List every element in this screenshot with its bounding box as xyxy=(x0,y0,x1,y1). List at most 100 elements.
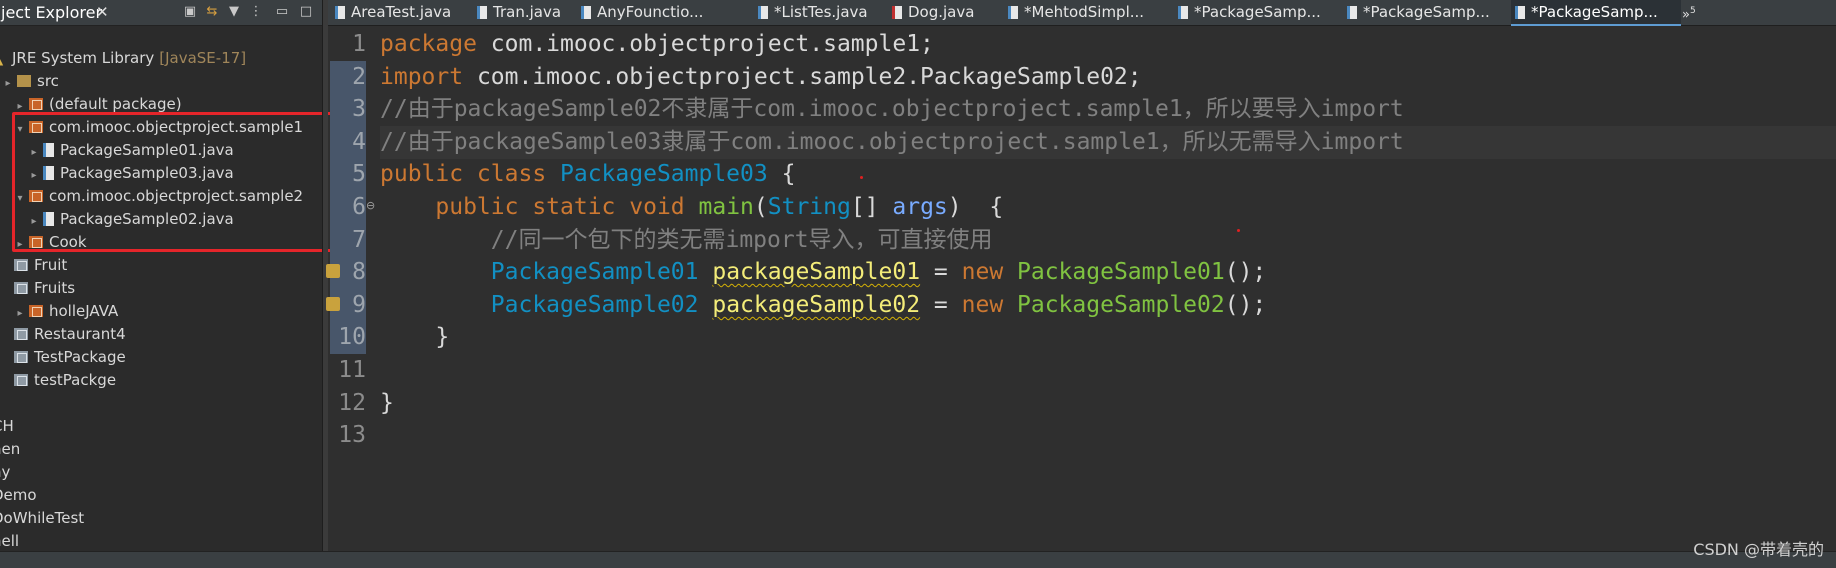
tree-item[interactable]: nell xyxy=(0,530,19,553)
code-token: ) { xyxy=(947,194,1004,220)
warning-marker-icon[interactable] xyxy=(326,264,340,278)
java-file-icon xyxy=(43,166,54,180)
tree-item[interactable]: ▸ holleJAVA xyxy=(14,300,118,323)
code-token: new xyxy=(961,291,1018,318)
editor-tab[interactable]: AnyFounctio... xyxy=(577,0,703,26)
tree-item[interactable]: hen xyxy=(0,438,20,461)
tree-item[interactable]: CH xyxy=(0,415,14,438)
maximize-icon[interactable]: □ xyxy=(298,4,314,20)
code-line[interactable] xyxy=(380,419,1836,452)
editor-tab[interactable]: AreaTest.java xyxy=(331,0,451,26)
editor-tab[interactable]: *PackageSamp... xyxy=(1174,0,1321,26)
java-file-icon xyxy=(581,6,591,19)
code-line[interactable]: } xyxy=(380,321,1836,354)
code-line[interactable]: //同一个包下的类无需import导入，可直接使用 xyxy=(380,224,1836,257)
collapse-all-icon[interactable]: ▣ xyxy=(182,4,198,20)
library-icon: ▲ xyxy=(0,49,6,67)
warning-marker-icon[interactable] xyxy=(326,297,340,311)
tree-item[interactable]: ▸ PackageSample03.java xyxy=(28,162,234,187)
code-token: com.imooc.objectproject.sample2.PackageS… xyxy=(463,63,1142,90)
code-line[interactable]: PackageSample02 packageSample02 = new Pa… xyxy=(380,289,1836,322)
package-icon xyxy=(29,190,43,202)
expand-toggle-icon[interactable]: ▾ xyxy=(14,187,26,210)
java-file-icon xyxy=(1008,6,1018,19)
tree-item[interactable]: ▸ Cook xyxy=(14,231,86,256)
link-editor-icon[interactable]: ⇆ xyxy=(204,4,220,20)
tree-item[interactable]: ▸ src xyxy=(2,70,58,95)
editor-tab[interactable]: Dog.java xyxy=(888,0,974,26)
code-line[interactable]: package com.imooc.objectproject.sample1; xyxy=(380,28,1836,61)
fold-icon[interactable]: ⊖ xyxy=(366,199,375,212)
editor-tab[interactable]: *PackageSamp... xyxy=(1343,0,1490,26)
tree-item[interactable]: Fruit xyxy=(14,254,67,277)
status-bar xyxy=(0,551,1836,568)
tree-item-label: PackageSample03.java xyxy=(60,164,234,182)
editor-tab-bar: AreaTest.java Tran.java AnyFounctio... *Lis… xyxy=(328,0,1836,26)
java-file-icon xyxy=(43,212,54,226)
code-token: String xyxy=(767,194,851,220)
code-line[interactable]: public class PackageSample03 { xyxy=(380,158,1836,191)
line-number: 4 xyxy=(330,125,366,159)
java-file-icon xyxy=(43,143,54,157)
code-line[interactable] xyxy=(380,354,1836,387)
code-line[interactable]: public static void main(String[] args) { xyxy=(380,191,1836,224)
tab-overflow-count: 5 xyxy=(1689,6,1696,16)
expand-toggle-icon[interactable]: ▸ xyxy=(2,72,14,95)
tree-item[interactable]: TestPackage xyxy=(14,346,126,369)
close-icon[interactable]: ✕ xyxy=(96,1,109,24)
code-line[interactable]: import com.imooc.objectproject.sample2.P… xyxy=(380,61,1836,94)
editor-tab[interactable]: *ListTes.java xyxy=(754,0,868,26)
editor-tab[interactable]: *MehtodSimpl... xyxy=(1004,0,1144,26)
expand-toggle-icon[interactable]: ▸ xyxy=(28,210,40,233)
minimize-icon[interactable]: ▭ xyxy=(274,4,290,20)
line-number: 2 xyxy=(330,60,366,94)
java-file-icon xyxy=(335,6,345,19)
code-line[interactable]: } xyxy=(380,387,1836,420)
tree-item[interactable]: ▸ PackageSample01.java xyxy=(28,139,233,164)
expand-toggle-icon[interactable]: ▸ xyxy=(14,95,26,118)
expand-toggle-icon[interactable]: ▸ xyxy=(14,233,26,256)
tree-item-label: Demo xyxy=(0,486,37,504)
explorer-title[interactable]: ject Explorer xyxy=(0,1,108,24)
expand-toggle-icon[interactable]: ▾ xyxy=(14,118,26,141)
tree-item[interactable]: ▾ com.imooc.objectproject.sample2 xyxy=(14,185,303,208)
expand-toggle-icon[interactable]: ▸ xyxy=(14,302,26,325)
tree-item[interactable]: DoWhileTest xyxy=(0,507,84,530)
tree-item[interactable]: hy xyxy=(0,461,10,484)
code-line[interactable]: //由于packageSample02不隶属于com.imooc.objectp… xyxy=(380,93,1836,126)
code-line[interactable]: //由于packageSample03隶属于com.imooc.objectpr… xyxy=(380,125,1836,159)
code-token: [] xyxy=(850,194,893,220)
tree-item[interactable]: ▸ PackageSample02.java xyxy=(28,208,233,233)
line-number: 13 xyxy=(338,422,366,449)
tree-item[interactable]: ▸ (default package) xyxy=(14,93,182,118)
code-token: (); xyxy=(1224,291,1267,318)
project-explorer: ject Explorer ✕ ▣ ⇆ ▼ ⋮ ▭ □ ▲ JRE System … xyxy=(0,0,322,568)
editor-tab[interactable]: *PackageSamp... xyxy=(1511,0,1681,26)
tree-item[interactable]: Fruits xyxy=(14,277,75,300)
tab-overflow-button[interactable]: »5 xyxy=(1682,0,1696,26)
code-token: = xyxy=(920,291,962,318)
code-token: ( xyxy=(753,194,768,220)
tree-item-label: hen xyxy=(0,440,21,458)
code-token: package xyxy=(380,31,477,57)
tree-item[interactable]: Restaurant4 xyxy=(14,323,126,346)
filter-icon[interactable]: ▼ xyxy=(226,4,242,20)
view-menu-icon[interactable]: ⋮ xyxy=(248,4,264,20)
code-line[interactable]: PackageSample01 packageSample01 = new Pa… xyxy=(380,256,1836,289)
code-token: PackageSample01 xyxy=(490,259,699,286)
expand-toggle-icon[interactable]: ▸ xyxy=(28,164,40,187)
tree-item-label: (default package) xyxy=(49,95,182,113)
line-number: 10 xyxy=(330,321,366,355)
tree-item-label: testPackge xyxy=(34,371,117,389)
tree-item[interactable]: testPackge xyxy=(14,369,116,392)
tree-item[interactable]: ▾ com.imooc.objectproject.sample1 xyxy=(14,116,303,139)
editor-tab[interactable]: Tran.java xyxy=(473,0,561,26)
panel-splitter[interactable] xyxy=(322,0,328,568)
tree-item[interactable]: Demo xyxy=(0,484,37,507)
tree-item[interactable]: ▲ JRE System Library[JavaSE-17] xyxy=(0,47,246,70)
code-token: main xyxy=(698,194,754,220)
expand-toggle-icon[interactable]: ▸ xyxy=(28,141,40,164)
code-token: } xyxy=(380,389,394,416)
tree-item-label: DoWhileTest xyxy=(0,509,85,527)
